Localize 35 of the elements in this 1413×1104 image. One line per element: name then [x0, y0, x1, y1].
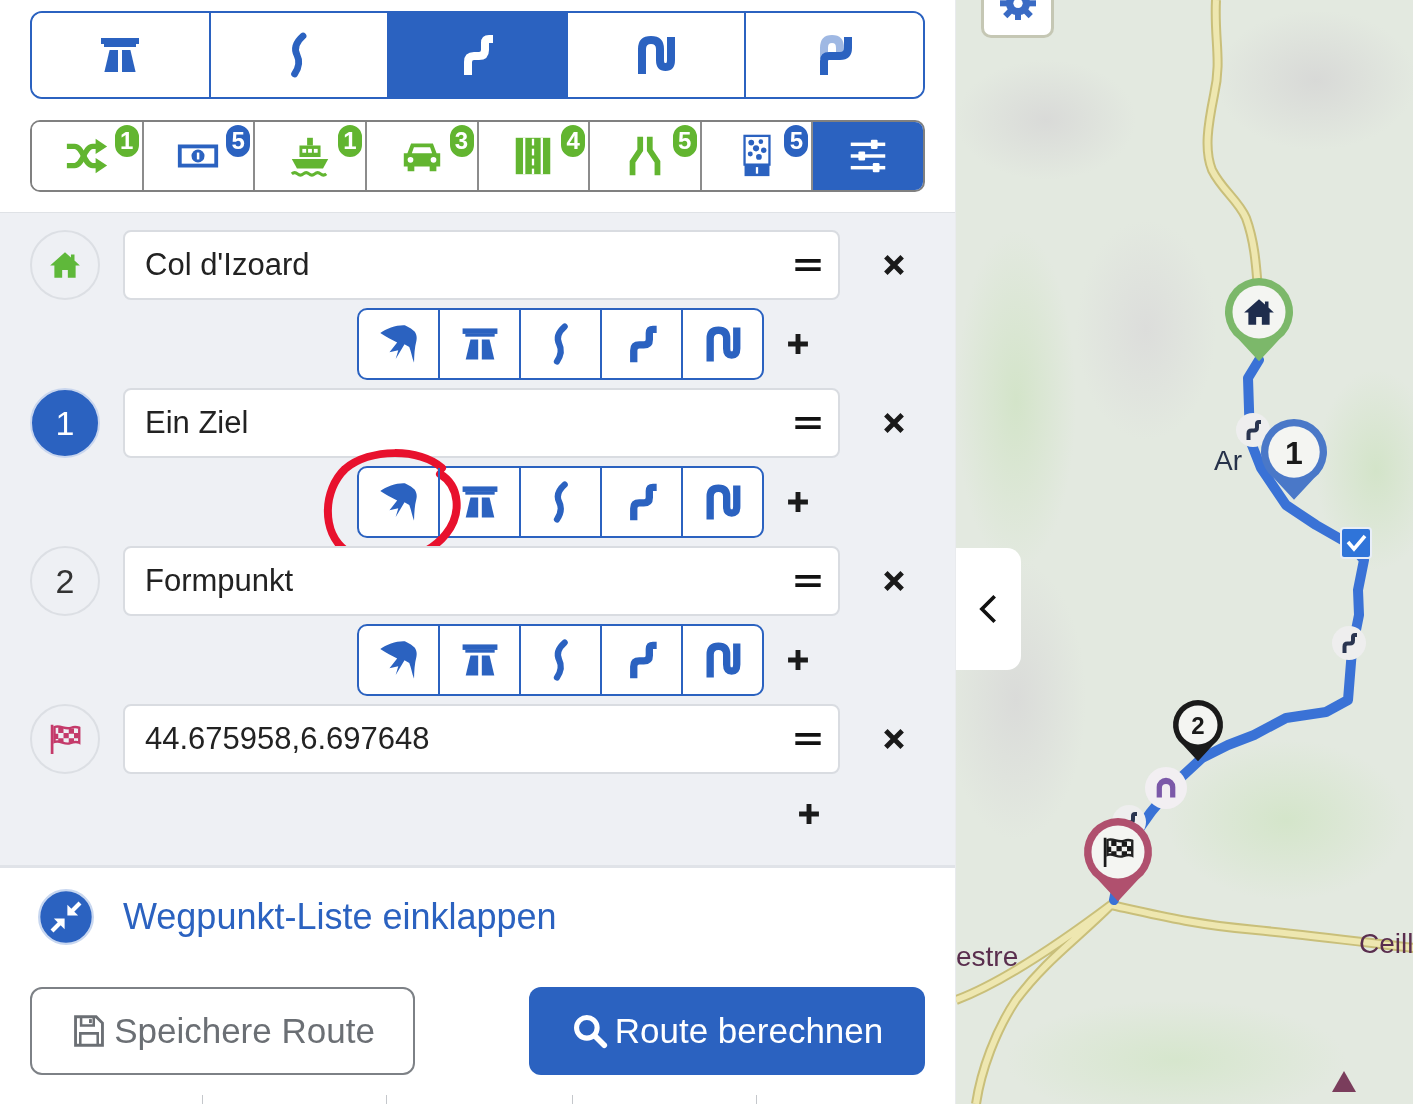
triangle-marker-icon — [1332, 1071, 1356, 1092]
waypoint-number: 1 — [30, 388, 100, 458]
count-badge: 5 — [782, 123, 811, 159]
count-badge: 5 — [670, 123, 699, 159]
count-badge: 5 — [224, 123, 253, 159]
waypoint-number: 2 — [30, 546, 100, 616]
waypoint-input[interactable]: 44.675958,6.697648 — [123, 704, 840, 774]
waypoint-input[interactable]: Col d'Izoard — [123, 230, 840, 300]
waypoint-input[interactable]: Ein Ziel — [123, 388, 840, 458]
count-badge: 3 — [447, 123, 476, 159]
waypoint-input[interactable]: Formpunkt — [123, 546, 840, 616]
place-label: estre — [956, 941, 1019, 972]
route-type-tab[interactable] — [744, 13, 923, 97]
waypoint-pin[interactable]: 2 — [1173, 700, 1223, 762]
collapse-list-link[interactable]: Wegpunkt-Liste einklappen — [123, 896, 557, 938]
winding-road-marker-icon — [1332, 626, 1366, 660]
winding-road-marker-icon — [1236, 413, 1270, 447]
settings-icon — [997, 0, 1038, 20]
save-route-button[interactable]: Speichere Route — [30, 987, 415, 1075]
calculate-route-button[interactable]: Route berechnen — [529, 987, 925, 1075]
count-badge: 4 — [559, 123, 588, 159]
place-label: Ceill — [1359, 928, 1413, 959]
waypoint-pin[interactable]: 1 — [1261, 419, 1327, 500]
tunnel-marker-icon — [1145, 767, 1187, 809]
route-type-tab[interactable] — [387, 13, 566, 97]
option-button[interactable] — [811, 122, 923, 190]
map-background[interactable]: Ar estre Ceill 1 2 — [955, 0, 1413, 1104]
count-badge: 1 — [112, 123, 141, 159]
check-marker-icon — [1340, 527, 1372, 559]
place-label: Ar — [1214, 445, 1242, 476]
home-pin-icon[interactable] — [1225, 278, 1293, 362]
count-badge: 1 — [335, 123, 364, 159]
flag-pin-icon[interactable] — [1084, 818, 1152, 902]
collapse-icon[interactable] — [38, 889, 94, 945]
map-settings-button[interactable] — [981, 0, 1054, 38]
